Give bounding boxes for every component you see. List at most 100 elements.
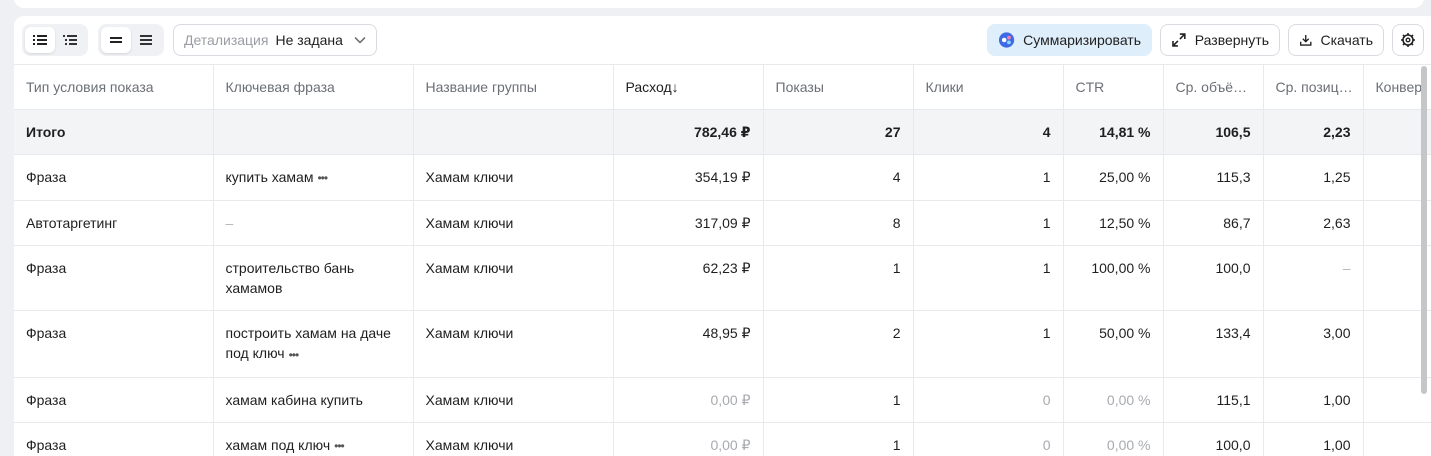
tree-view-button[interactable] xyxy=(55,27,85,53)
download-label: Скачать xyxy=(1320,32,1374,48)
cell-keyword: построить хамам на даче под ключ ••• xyxy=(213,310,414,378)
cell-group-name: Хамам ключи xyxy=(413,310,614,378)
expand-icon xyxy=(1172,33,1186,47)
table-cell xyxy=(213,109,414,155)
keyword-text: купить хамам xyxy=(225,169,314,185)
cell-keyword: хамам кабина купить xyxy=(213,377,414,423)
cell-impressions: 8 xyxy=(763,200,914,247)
download-button[interactable]: Скачать xyxy=(1288,24,1384,56)
compact-rows-icon xyxy=(110,37,122,43)
cell-clicks: 1 xyxy=(913,200,1064,247)
column-header-impressions[interactable]: Показы xyxy=(763,64,914,110)
table-row: Фраза построить хамам на даче под ключ ••… xyxy=(14,310,1431,378)
cell-avg-position: 1,00 xyxy=(1263,377,1364,423)
column-header-avg-volume[interactable]: Ср. объё… xyxy=(1163,64,1264,110)
ellipsis-icon[interactable]: ••• xyxy=(317,168,328,188)
cell-keyword: строительство бань хамамов xyxy=(213,245,414,312)
cell-group-name: Хамам ключи xyxy=(413,154,614,202)
spend-header-label: Расход xyxy=(625,79,672,95)
table-cell xyxy=(413,109,614,155)
column-header-spend[interactable]: Расход↓ xyxy=(613,64,764,110)
keyword-text: хамам под ключ xyxy=(225,436,331,453)
ai-sparkle-icon xyxy=(998,32,1015,48)
cell-clicks: 1 xyxy=(913,154,1064,202)
download-icon xyxy=(1300,34,1312,46)
cell-avg-position: 3,00 xyxy=(1263,310,1364,378)
cell-condition-type: Фраза xyxy=(14,377,214,423)
cell-spend: 354,19 ₽ xyxy=(613,154,764,202)
column-header-condition-type[interactable]: Тип условия показа xyxy=(14,64,214,110)
cell-spend: 62,23 ₽ xyxy=(613,245,764,312)
cell-avg-volume: 115,1 xyxy=(1163,377,1264,423)
sort-arrow-icon: ↓ xyxy=(671,79,679,95)
total-row: Итого 782,46 ₽ 27 4 14,81 % 106,5 2,23 xyxy=(14,109,1431,155)
cell-spend: 317,09 ₽ xyxy=(613,200,764,247)
summarize-label: Суммаризировать xyxy=(1023,32,1141,48)
summarize-button[interactable]: Суммаризировать xyxy=(987,24,1152,56)
cell-impressions: 1 xyxy=(763,245,914,312)
cell-clicks: 0 xyxy=(913,377,1064,423)
chevron-down-icon xyxy=(354,36,366,44)
list-view-button[interactable] xyxy=(25,27,55,53)
table-toolbar: Детализация Не задана Суммаризировать Ра… xyxy=(14,16,1431,64)
cell-group-name: Хамам ключи xyxy=(413,377,614,423)
keyword-text: построить хамам на даче под ключ xyxy=(225,325,391,362)
total-ctr: 14,81 % xyxy=(1063,109,1164,155)
table-row: Фраза купить хамам ••• Хамам ключи 354,19… xyxy=(14,154,1431,202)
column-header-ctr[interactable]: CTR xyxy=(1063,64,1164,110)
expand-label: Развернуть xyxy=(1194,32,1269,48)
cell-avg-position: 1,25 xyxy=(1263,154,1364,202)
cell-impressions: 2 xyxy=(763,310,914,378)
cell-avg-volume: 115,3 xyxy=(1163,154,1264,202)
cell-spend: 48,95 ₽ xyxy=(613,310,764,378)
detalization-select[interactable]: Детализация Не задана xyxy=(173,24,377,56)
cell-clicks: 1 xyxy=(913,310,1064,378)
table-row: Фраза хамам кабина купить Хамам ключи 0,… xyxy=(14,377,1431,423)
cell-avg-volume: 133,4 xyxy=(1163,310,1264,378)
vertical-scrollbar-thumb[interactable] xyxy=(1421,66,1427,394)
total-spend: 782,46 ₽ xyxy=(613,109,764,155)
cell-avg-volume: 100,0 xyxy=(1163,245,1264,312)
total-impressions: 27 xyxy=(763,109,914,155)
cell-keyword: – xyxy=(213,200,414,247)
cell-impressions: 1 xyxy=(763,377,914,423)
cell-condition-type: Фраза xyxy=(14,154,214,202)
table-row: Фраза строительство бань хамамов Хамам к… xyxy=(14,245,1431,312)
cell-condition-type: Фраза xyxy=(14,245,214,312)
expand-button[interactable]: Развернуть xyxy=(1160,24,1280,56)
settings-button[interactable] xyxy=(1392,24,1424,56)
cell-group-name: Хамам ключи xyxy=(413,200,614,247)
total-avg-volume: 106,5 xyxy=(1163,109,1264,155)
ellipsis-icon[interactable]: ••• xyxy=(334,436,345,456)
cell-ctr: 25,00 % xyxy=(1063,154,1164,202)
compact-density-button[interactable] xyxy=(101,27,131,53)
detalization-label: Детализация xyxy=(184,32,269,48)
cell-ctr: 12,50 % xyxy=(1063,200,1164,247)
table-row: Автотаргетинг – Хамам ключи 317,09 ₽ 8 1… xyxy=(14,200,1431,247)
cell-keyword: купить хамам ••• xyxy=(213,154,414,202)
detalization-value: Не задана xyxy=(275,32,343,48)
column-header-keyword[interactable]: Ключевая фраза xyxy=(213,64,414,110)
ellipsis-icon[interactable]: ••• xyxy=(289,345,300,365)
cell-ctr: 100,00 % xyxy=(1063,245,1164,312)
cell-ctr: 0,00 % xyxy=(1063,377,1164,423)
view-mode-toggle xyxy=(22,24,88,56)
cell-condition-type: Фраза xyxy=(14,310,214,378)
total-label: Итого xyxy=(14,109,214,155)
column-header-avg-position[interactable]: Ср. позиц… xyxy=(1263,64,1364,110)
cell-avg-position: 2,63 xyxy=(1263,200,1364,247)
cell-clicks: 1 xyxy=(913,245,1064,312)
column-header-clicks[interactable]: Клики xyxy=(913,64,1064,110)
cell-spend: 0,00 ₽ xyxy=(613,377,764,423)
regular-rows-icon xyxy=(140,35,152,45)
cell-avg-volume: 86,7 xyxy=(1163,200,1264,247)
column-header-group-name[interactable]: Название группы xyxy=(413,64,614,110)
table-header-row: Тип условия показа Ключевая фраза Назван… xyxy=(14,64,1431,110)
comfortable-density-button[interactable] xyxy=(131,27,161,53)
list-icon xyxy=(33,35,47,45)
nested-list-icon xyxy=(63,35,77,45)
cell-condition-type: Автотаргетинг xyxy=(14,200,214,247)
total-clicks: 4 xyxy=(913,109,1064,155)
total-avg-position: 2,23 xyxy=(1263,109,1364,155)
cell-group-name: Хамам ключи xyxy=(413,245,614,312)
